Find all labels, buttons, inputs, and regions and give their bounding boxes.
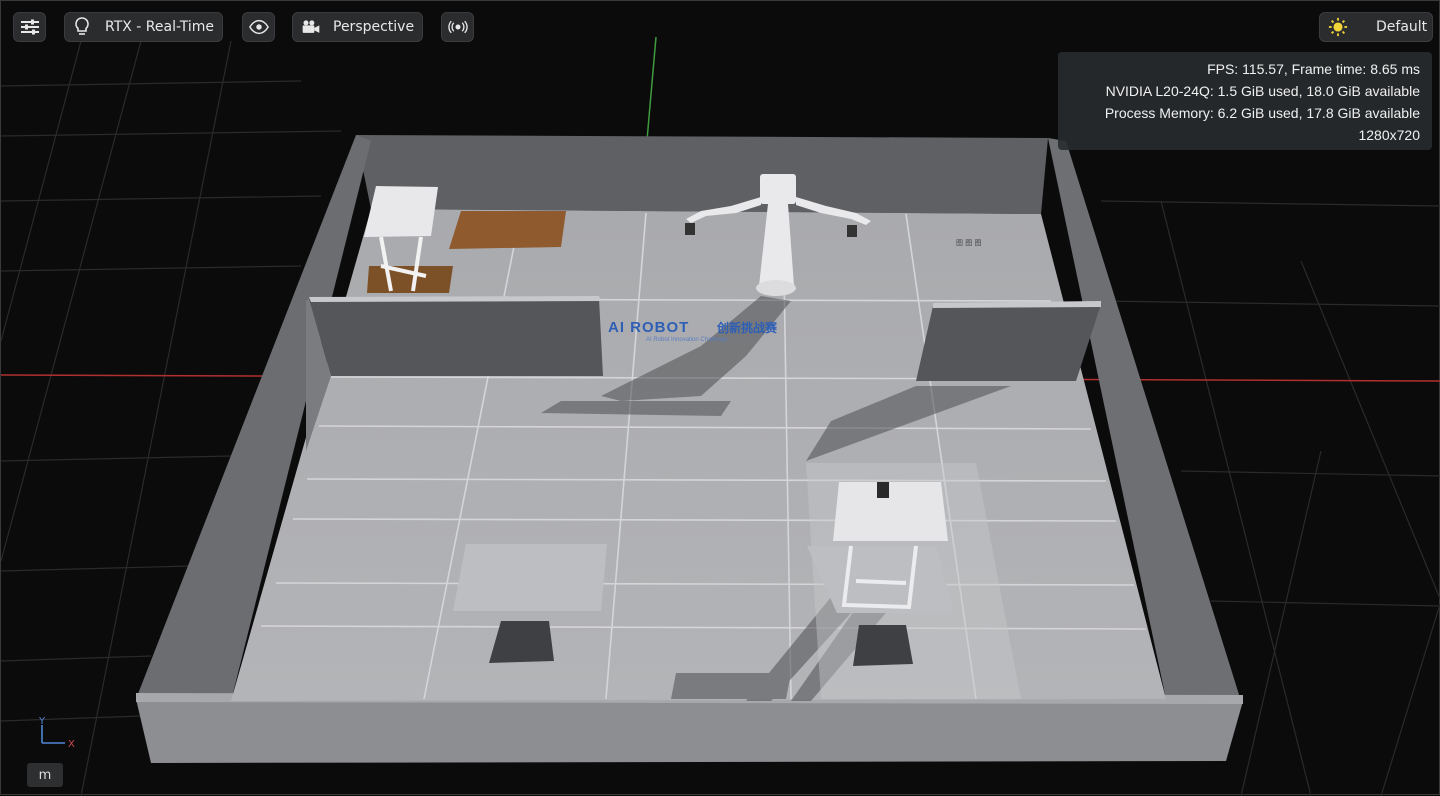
axis-gizmo: Y X <box>38 716 75 750</box>
white-desk <box>364 186 438 237</box>
renderer-mode-button[interactable]: RTX - Real-Time <box>64 12 223 42</box>
floor-logo-cn: 创新挑战赛 <box>716 320 778 335</box>
renderer-mode-label: RTX - Real-Time <box>104 19 214 35</box>
sun-icon <box>1328 17 1348 37</box>
axis-y-label: Y <box>38 716 46 727</box>
wall-front <box>136 699 1243 763</box>
camera-label: Perspective <box>333 19 415 35</box>
lightbulb-icon <box>73 17 91 37</box>
floor-sublogo: AI Robot Innovation Challenge <box>646 337 728 343</box>
process-memory-stat: Process Memory: 6.2 GiB used, 17.8 GiB a… <box>1104 105 1420 121</box>
chair-right <box>853 625 913 666</box>
viewport[interactable]: AI ROBOT 创新挑战赛 AI Robot Innovation Chall… <box>0 0 1440 796</box>
performance-stats: FPS: 115.57, Frame time: 8.65 ms NVIDIA … <box>1058 52 1432 150</box>
visibility-button[interactable] <box>242 12 275 42</box>
units-button[interactable]: m <box>27 763 63 787</box>
fps-stat: FPS: 115.57, Frame time: 8.65 ms <box>1207 61 1420 77</box>
floor-logo: AI ROBOT <box>608 319 689 336</box>
gpu-memory-stat: NVIDIA L20-24Q: 1.5 GiB used, 18.0 GiB a… <box>1105 83 1420 99</box>
axis-x-label: X <box>68 739 75 750</box>
wooden-table-lower <box>367 266 453 293</box>
partition-right <box>916 304 1101 381</box>
small-table <box>833 482 948 541</box>
wooden-table <box>449 211 566 249</box>
eye-icon <box>248 17 269 37</box>
wall-back <box>356 135 1048 214</box>
partition-left <box>309 298 603 376</box>
units-label: m <box>38 767 52 783</box>
partition-left-top <box>309 296 601 302</box>
sliders-icon <box>20 17 40 37</box>
lighting-label: Default <box>1376 19 1428 35</box>
stream-button[interactable] <box>441 12 474 42</box>
floor-mat-left <box>453 544 607 611</box>
resolution-stat: 1280x720 <box>1358 127 1420 143</box>
lighting-button[interactable]: Default <box>1319 12 1433 42</box>
camera-button[interactable]: Perspective <box>292 12 423 42</box>
movie-camera-icon <box>301 17 321 37</box>
object-on-table <box>877 482 889 498</box>
settings-button[interactable] <box>13 12 46 42</box>
broadcast-icon <box>447 17 468 37</box>
wall-sign: 图 图 图 <box>956 239 981 247</box>
